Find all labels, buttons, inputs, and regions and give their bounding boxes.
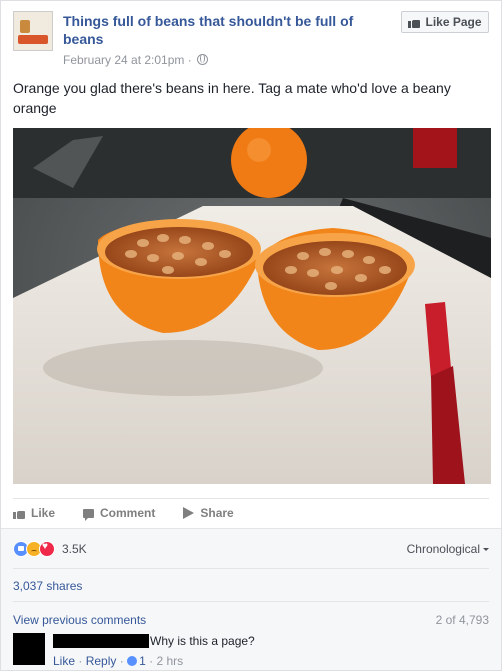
comment-button[interactable]: Comment [83,506,156,521]
divider [13,601,489,602]
facebook-post: Things full of beans that shouldn't be f… [0,0,502,671]
divider [13,568,489,569]
sort-dropdown[interactable]: Chronological [407,542,489,556]
separator: · [78,654,83,668]
page-name-link[interactable]: Things full of beans that shouldn't be f… [63,12,363,48]
commenter-name-redacted[interactable] [53,634,149,648]
comment-like-link[interactable]: Like [53,654,75,668]
sort-label: Chronological [406,542,480,556]
post-timestamp[interactable]: February 24 at 2:01pm [63,53,184,67]
post-photo[interactable] [13,128,491,484]
like-page-label: Like Page [425,15,482,29]
comment-reply-link[interactable]: Reply [86,654,117,668]
like-icon [127,656,138,666]
comment-label: Comment [100,506,156,520]
thumb-up-icon [13,508,25,519]
like-label: Like [31,506,56,520]
post-actions-bar: Like Comment Share [13,498,489,527]
comment-item: Why is this a page? Like · Reply · 1 · 2… [13,633,489,670]
comment-icon [83,508,95,521]
love-icon[interactable] [39,541,55,557]
post-text: Orange you glad there's beans in here. T… [13,80,451,116]
view-previous-comments-link[interactable]: View previous comments [13,613,146,627]
thumb-up-icon [408,17,421,28]
commenter-avatar[interactable] [13,633,45,665]
reactions-row: 3.5K Chronological [13,539,489,559]
beans-in-orange-photo [13,128,491,484]
chevron-down-icon [483,548,489,551]
meta-separator: · [187,53,192,67]
share-button[interactable]: Share [183,506,234,520]
share-arrow-icon [183,507,195,519]
shares-link[interactable]: 3,037 shares [13,579,82,593]
post-header: Things full of beans that shouldn't be f… [13,11,489,67]
comment-time[interactable]: 2 hrs [156,654,183,668]
like-button[interactable]: Like [13,506,55,520]
comment-pager: 2 of 4,793 [435,613,489,627]
page-avatar[interactable] [13,11,53,51]
reaction-count[interactable]: 3.5K [62,542,87,556]
separator: · [149,654,154,668]
feedback-section: 3.5K Chronological 3,037 shares View pre… [1,528,501,670]
comment-actions: Like · Reply · 1 · 2 hrs [53,654,183,668]
comment-text: Why is this a page? [150,634,255,648]
separator: · [119,654,124,668]
post-meta: February 24 at 2:01pm · [63,53,209,67]
globe-icon [197,54,209,65]
comment-reaction-count[interactable]: 1 [139,654,146,668]
like-page-button[interactable]: Like Page [401,11,489,33]
share-label: Share [200,506,234,520]
